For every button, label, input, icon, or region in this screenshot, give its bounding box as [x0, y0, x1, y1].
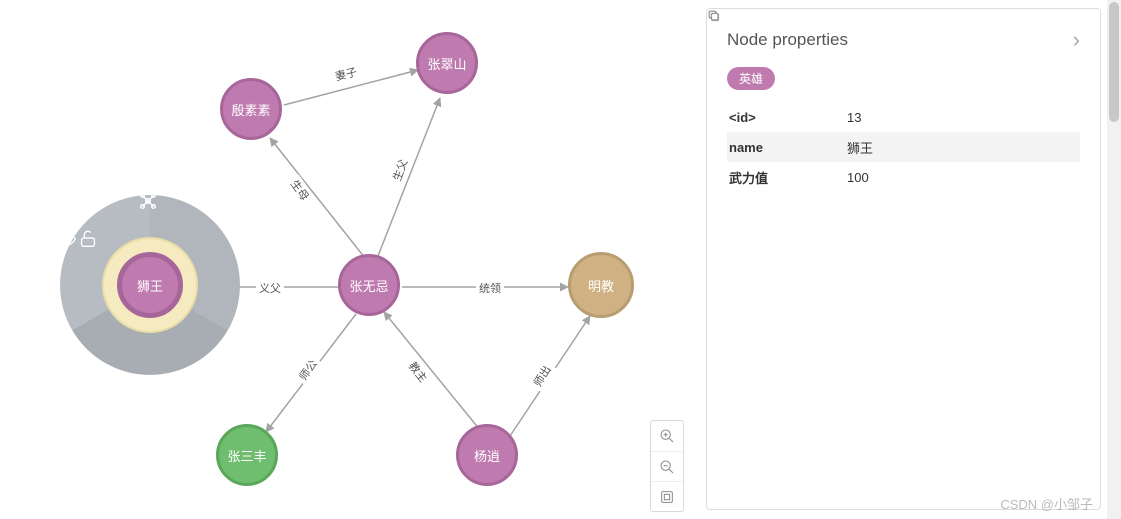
properties-table: <id>13 name狮王 武力值100 — [727, 102, 1080, 192]
node-label: 张三丰 — [227, 446, 266, 465]
node-zhangsanfeng[interactable]: 张三丰 — [216, 424, 278, 486]
table-row: name狮王 — [727, 132, 1080, 162]
node-label: 殷素素 — [231, 100, 270, 119]
table-row: 武力值100 — [727, 162, 1080, 192]
node-label: 杨逍 — [474, 446, 500, 465]
zoom-in-button[interactable] — [651, 421, 683, 451]
zoom-fit-button[interactable] — [651, 481, 683, 511]
panel-title: Node properties — [727, 30, 848, 50]
graph-canvas[interactable]: 妻子 生母 生父 义父 统领 师公 教主 师出 狮王 殷素素 张翠山 张无忌 明… — [0, 0, 700, 519]
zoom-controls — [650, 420, 684, 512]
scrollbar-thumb[interactable] — [1109, 2, 1119, 122]
node-type-tag[interactable]: 英雄 — [727, 67, 775, 90]
chevron-right-icon[interactable]: › — [1073, 27, 1080, 53]
table-row: <id>13 — [727, 102, 1080, 132]
node-label: 明教 — [588, 276, 614, 295]
node-mingjiao[interactable]: 明教 — [568, 252, 634, 318]
node-label: 张无忌 — [349, 276, 388, 295]
scrollbar[interactable] — [1107, 0, 1121, 519]
node-yinsusu[interactable]: 殷素素 — [220, 78, 282, 140]
node-label: 张翠山 — [427, 54, 466, 73]
zoom-out-button[interactable] — [651, 451, 683, 481]
node-zhangcuishan[interactable]: 张翠山 — [416, 32, 478, 94]
node-zhangwuji[interactable]: 张无忌 — [338, 254, 400, 316]
properties-panel: Node properties › 英雄 <id>13 name狮王 武力值10… — [706, 8, 1101, 510]
watermark: CSDN @小邹子 — [1000, 494, 1093, 513]
edge-label: 统领 — [476, 280, 504, 296]
node-yangxiao[interactable]: 杨逍 — [456, 424, 518, 486]
node-label: 狮王 — [137, 276, 163, 295]
copy-icon[interactable] — [707, 9, 720, 22]
edge-label: 义父 — [256, 280, 284, 296]
node-shiwang[interactable]: 狮王 — [117, 252, 183, 318]
